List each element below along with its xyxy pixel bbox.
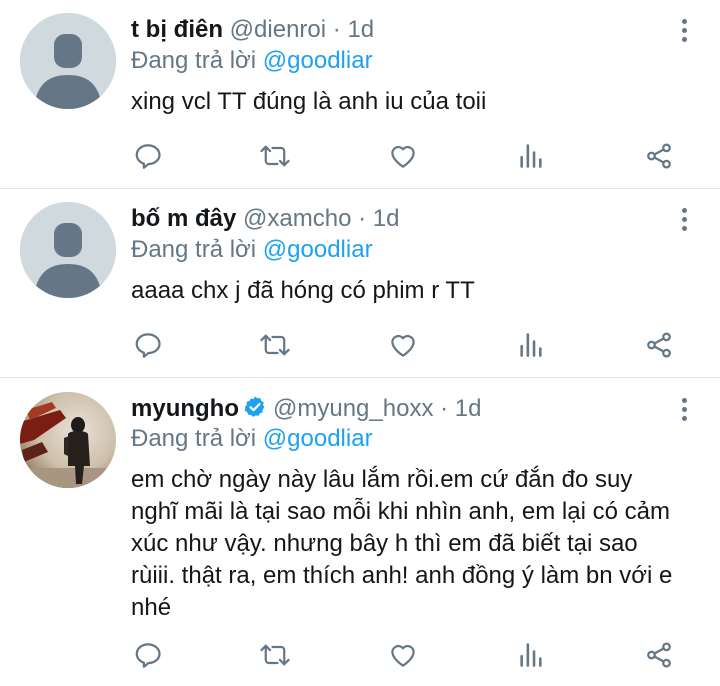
action-bar — [0, 327, 720, 363]
analytics-button[interactable] — [513, 327, 549, 363]
default-avatar[interactable] — [20, 13, 116, 109]
reply-icon — [135, 333, 161, 358]
share-icon — [647, 642, 671, 668]
reply-icon — [135, 144, 161, 169]
reply-context: Đang trả lời @goodliar — [131, 423, 373, 455]
tweet-text: em chờ ngày này lâu lắm rồi.em cứ đắn đo… — [131, 466, 673, 621]
like-icon — [391, 145, 415, 168]
like-button[interactable] — [385, 327, 421, 363]
more-options-button[interactable] — [680, 208, 688, 238]
profile-photo — [20, 392, 116, 488]
tweet-text: xing vcl TT đúng là anh iu của toii — [131, 88, 487, 115]
tweet-2[interactable]: bố m đây @xamcho · 1d Đang trả lời @good… — [0, 188, 720, 377]
reply-prefix: Đang trả lời — [131, 236, 257, 263]
reply-context: Đang trả lời @goodliar — [131, 45, 373, 77]
default-avatar[interactable] — [20, 202, 116, 298]
reply-mention-link[interactable]: @goodliar — [263, 425, 373, 452]
display-name[interactable]: myungho — [131, 395, 239, 422]
reply-mention-link[interactable]: @goodliar — [263, 236, 373, 263]
analytics-button[interactable] — [513, 637, 549, 673]
retweet-icon — [260, 644, 290, 666]
reply-prefix: Đang trả lời — [131, 425, 257, 452]
retweet-icon — [260, 145, 290, 167]
reply-icon — [135, 643, 161, 668]
timestamp[interactable]: 1d — [455, 395, 482, 422]
reply-button[interactable] — [130, 637, 166, 673]
share-button[interactable] — [641, 327, 677, 363]
more-icon — [681, 208, 687, 213]
retweet-icon — [260, 334, 290, 356]
analytics-icon — [520, 333, 542, 357]
tweet-text: aaaa chx j đã hóng có phim r TT — [131, 277, 475, 304]
reply-prefix: Đang trả lời — [131, 47, 257, 74]
tweet-1[interactable]: t bị điên @dienroi · 1d Đang trả lời @go… — [0, 0, 720, 188]
more-options-button[interactable] — [680, 398, 688, 428]
share-button[interactable] — [641, 637, 677, 673]
retweet-button[interactable] — [257, 327, 293, 363]
action-bar — [0, 138, 720, 174]
display-name[interactable]: bố m đây — [131, 205, 236, 232]
reply-button[interactable] — [130, 138, 166, 174]
more-options-button[interactable] — [680, 19, 688, 49]
separator-dot: · — [358, 205, 367, 232]
share-icon — [647, 143, 671, 169]
share-icon — [647, 332, 671, 358]
reply-mention-link[interactable]: @goodliar — [263, 47, 373, 74]
display-name[interactable]: t bị điên — [131, 16, 223, 43]
reply-context: Đang trả lời @goodliar — [131, 234, 373, 266]
like-icon — [391, 644, 415, 667]
tweet-header: bố m đây @xamcho · 1d — [131, 203, 399, 235]
analytics-icon — [520, 643, 542, 667]
analytics-button[interactable] — [513, 138, 549, 174]
share-button[interactable] — [641, 138, 677, 174]
default-profile-icon — [20, 202, 116, 298]
analytics-icon — [520, 144, 542, 168]
separator-dot: · — [440, 395, 449, 422]
user-handle[interactable]: @myung_hoxx — [273, 395, 433, 422]
tweet-3[interactable]: myungho @myung_hoxx · 1d Đang trả lời @go… — [0, 377, 720, 686]
timestamp[interactable]: 1d — [347, 16, 374, 43]
more-icon — [681, 19, 687, 24]
reply-button[interactable] — [130, 327, 166, 363]
more-icon — [681, 398, 687, 403]
user-handle[interactable]: @xamcho — [243, 205, 351, 232]
like-icon — [391, 334, 415, 357]
default-profile-icon — [20, 13, 116, 109]
retweet-button[interactable] — [257, 637, 293, 673]
user-handle[interactable]: @dienroi — [230, 16, 326, 43]
timestamp[interactable]: 1d — [373, 205, 400, 232]
tweet-header: t bị điên @dienroi · 1d — [131, 14, 374, 46]
separator-dot: · — [332, 16, 341, 43]
like-button[interactable] — [385, 637, 421, 673]
like-button[interactable] — [385, 138, 421, 174]
action-bar — [0, 637, 720, 673]
profile-photo-avatar[interactable] — [20, 392, 116, 488]
retweet-button[interactable] — [257, 138, 293, 174]
